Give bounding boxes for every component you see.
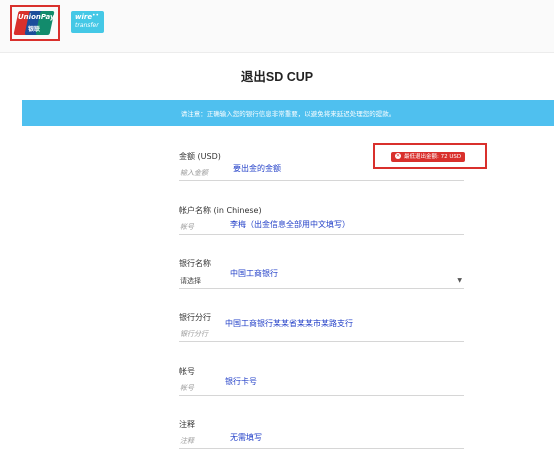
account-number-placeholder: 帐号	[180, 384, 194, 392]
remarks-field: 注释 注释	[179, 419, 464, 451]
remarks-input[interactable]: 注释	[179, 434, 464, 449]
account-number-label: 帐号	[179, 367, 195, 376]
bank-name-hint: 中国工商银行	[230, 269, 278, 278]
page-title: 退出SD CUP	[240, 70, 314, 84]
wire-transfer-option[interactable]: wire •• transfer	[71, 11, 104, 33]
account-name-hint: 李梅（出金信息全部用中文填写）	[230, 220, 350, 229]
amount-hint: 要出金的金额	[233, 164, 281, 173]
bank-name-label: 银行名称	[179, 259, 211, 268]
amount-placeholder: 输入金额	[180, 169, 208, 177]
transfer-label: transfer	[75, 22, 99, 29]
amount-input[interactable]: 输入金额	[179, 166, 464, 181]
remarks-label: 注释	[179, 420, 195, 429]
bank-branch-input[interactable]: 银行分行	[179, 327, 464, 342]
amount-label: 金额 (USD)	[179, 152, 221, 161]
amount-field: 金额 (USD) 输入金额	[179, 151, 464, 183]
unionpay-cn-text: 银联	[28, 26, 41, 33]
bank-branch-hint: 中国工商银行某某省某某市某路支行	[225, 319, 353, 328]
account-number-field: 帐号 帐号	[179, 366, 464, 398]
bank-name-field: 银行名称 请选择 ▼	[179, 258, 464, 290]
bank-branch-placeholder: 银行分行	[180, 330, 208, 338]
unionpay-brand-text: UnionPay	[18, 13, 55, 21]
bank-name-select[interactable]: 请选择 ▼	[179, 274, 464, 289]
bank-name-selected: 请选择	[180, 277, 201, 285]
notice-text: 请注意：正确输入您的银行信息非常重要，以避免将来延迟处理您的提款。	[180, 110, 396, 118]
unionpay-option[interactable]: UnionPay 银联	[13, 11, 55, 35]
bank-branch-label: 银行分行	[179, 313, 211, 322]
remarks-placeholder: 注释	[180, 437, 194, 445]
account-name-label: 帐户名称 (in Chinese)	[179, 206, 262, 215]
wire-label: wire	[75, 13, 93, 21]
account-number-hint: 银行卡号	[225, 377, 257, 386]
notice-banner: 请注意：正确输入您的银行信息非常重要，以避免将来延迟处理您的提款。	[22, 100, 554, 126]
account-number-input[interactable]: 帐号	[179, 381, 464, 396]
wire-mark: ••	[92, 12, 100, 19]
chevron-down-icon: ▼	[457, 277, 462, 284]
account-name-placeholder: 帐号	[180, 223, 194, 231]
remarks-hint: 无需填写	[230, 433, 262, 442]
